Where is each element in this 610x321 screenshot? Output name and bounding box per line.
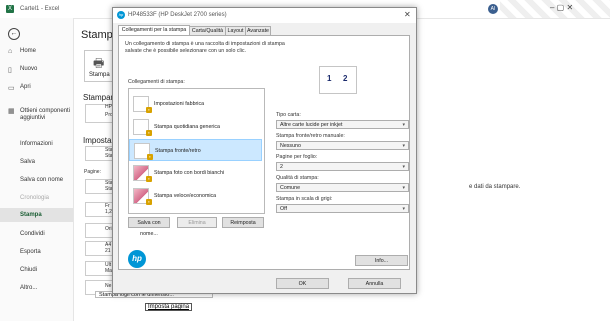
nav-more[interactable]: Altro...: [0, 285, 73, 291]
dialog-titlebar: hp HP48533F (HP DeskJet 2700 series) ✕: [113, 8, 416, 23]
preview-message: e dati da stampare.: [469, 184, 521, 190]
nav-info[interactable]: Informazioni: [0, 141, 73, 147]
lock-icon: ▪: [146, 107, 152, 113]
chevron-down-icon: ▾: [402, 143, 405, 149]
pages-per-sheet-preview: 1 2: [319, 66, 357, 94]
list-item[interactable]: ▪ Stampa veloce/economica: [129, 185, 262, 207]
hp-logo: hp: [128, 250, 146, 268]
print-quality-select[interactable]: Comune ▾: [276, 183, 409, 192]
chevron-down-icon: ▾: [402, 122, 405, 128]
nav-save[interactable]: Salva: [0, 159, 73, 165]
duplex-select[interactable]: Nessuno ▾: [276, 141, 409, 150]
nav-share[interactable]: Condividi: [0, 231, 73, 237]
lock-icon: ▪: [146, 199, 152, 205]
pages-per-sheet-select[interactable]: 2 ▾: [276, 162, 409, 171]
nav-open[interactable]: ▭ Apri: [0, 84, 73, 92]
hp-icon: hp: [117, 11, 125, 19]
delete-button[interactable]: Elimina: [177, 217, 217, 228]
nav-close[interactable]: Chiudi: [0, 267, 73, 273]
new-file-icon: ▯: [8, 67, 12, 74]
list-item-selected[interactable]: ▪ Stampa fronte/retro: [129, 139, 262, 161]
nav-print[interactable]: Stampa: [0, 208, 73, 222]
document-title: Cartel1 - Excel: [20, 6, 60, 12]
window-controls[interactable]: – ▢ ✕: [550, 3, 573, 12]
nav-get-addins[interactable]: ▦ Ottieni componenti aggiuntivi: [0, 108, 73, 122]
tab-panel: Un collegamento di stampa è una raccolta…: [118, 35, 410, 270]
lock-icon: ▪: [147, 154, 153, 160]
folder-icon: ▭: [8, 85, 15, 92]
store-icon: ▦: [8, 108, 15, 115]
list-item[interactable]: ▪ Stampa quotidiana generica: [129, 116, 262, 138]
dialog-title: HP48533F (HP DeskJet 2700 series): [128, 12, 227, 18]
close-icon[interactable]: ✕: [404, 10, 411, 19]
back-arrow-icon[interactable]: ←: [8, 28, 20, 40]
nav-home[interactable]: ⌂ Home: [0, 48, 73, 55]
shortcut-description: Un collegamento di stampa è una raccolta…: [125, 41, 285, 54]
printer-properties-dialog: hp HP48533F (HP DeskJet 2700 series) ✕ C…: [112, 7, 417, 294]
excel-logo-icon: X: [6, 5, 14, 13]
nav-export[interactable]: Esporta: [0, 249, 73, 255]
chevron-down-icon: ▾: [402, 185, 405, 191]
reset-button[interactable]: Reimposta: [222, 217, 264, 228]
home-icon: ⌂: [8, 48, 13, 55]
paper-type-select[interactable]: Altre carte lucide per inkjet ▾: [276, 120, 409, 129]
list-item[interactable]: ▪ Stampa foto con bordi bianchi: [129, 162, 262, 184]
shortcut-list-label: Collegamenti di stampa:: [128, 79, 185, 85]
lock-icon: ▪: [146, 130, 152, 136]
save-as-button[interactable]: Salva con nome...: [128, 217, 170, 237]
avatar[interactable]: AI: [488, 4, 498, 14]
lock-icon: ▪: [146, 176, 152, 182]
nav-save-as[interactable]: Salva con nome: [0, 177, 73, 183]
info-button[interactable]: Info...: [355, 255, 408, 266]
chevron-down-icon: ▾: [402, 206, 405, 212]
list-item[interactable]: ▪ Impostazioni fabbrica: [129, 93, 262, 115]
pages-label: Pagine:: [84, 169, 101, 175]
grayscale-select[interactable]: Off ▾: [276, 204, 409, 213]
page-setup-link[interactable]: Imposta pagina: [145, 303, 193, 311]
chevron-down-icon: ▾: [402, 164, 405, 170]
backstage-sidebar: ← ⌂ Home ▯ Nuovo ▭ Apri ▦ Ottieni compon…: [0, 18, 74, 321]
cancel-button[interactable]: Annulla: [348, 278, 401, 289]
nav-new[interactable]: ▯ Nuovo: [0, 66, 73, 74]
shortcut-list[interactable]: ▪ Impostazioni fabbrica ▪ Stampa quotidi…: [128, 88, 265, 214]
ok-button[interactable]: OK: [276, 278, 329, 289]
print-button[interactable]: 🖶 Stampa: [84, 50, 114, 82]
nav-history[interactable]: Cronologia: [0, 195, 73, 201]
